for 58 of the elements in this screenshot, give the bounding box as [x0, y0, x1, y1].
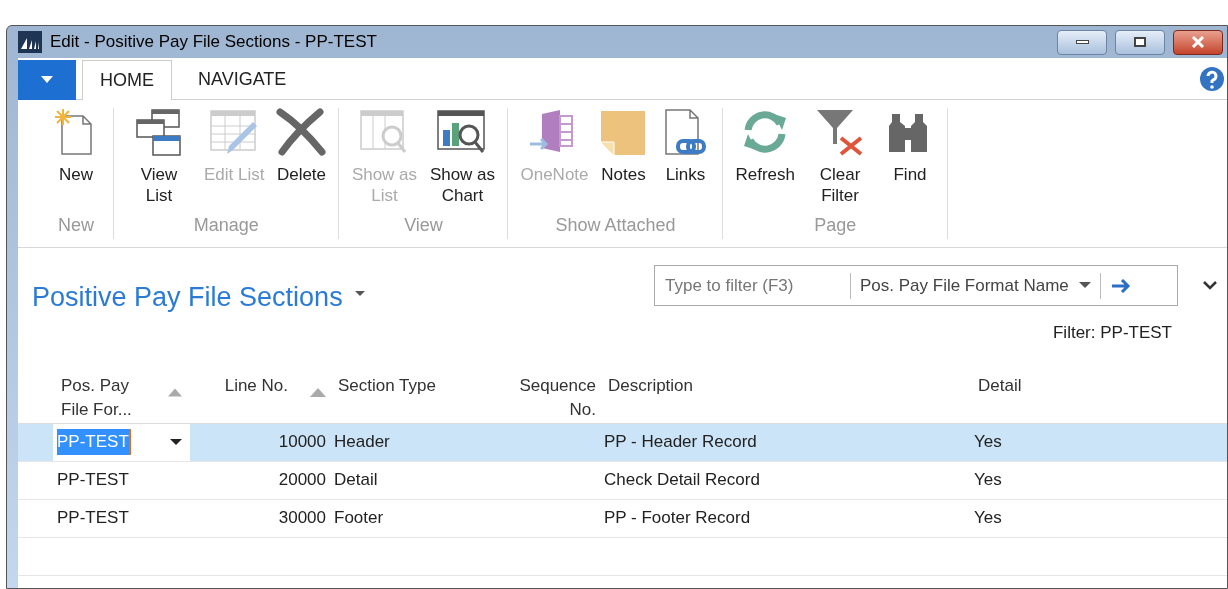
caret-icon [1078, 282, 1091, 289]
column-header[interactable]: Line No. [224, 373, 288, 398]
ribbon-button[interactable]: Find [881, 108, 939, 185]
ribbon-group-label: View [404, 214, 443, 237]
help-icon[interactable] [1199, 65, 1225, 92]
window-title: Edit - Positive Pay File Sections - PP-TEST [50, 31, 378, 54]
table-cell-text: Footer [334, 507, 384, 530]
table-cell-text: Yes [974, 507, 1002, 530]
table-cell-text: 20000 [278, 469, 326, 492]
ribbon-button[interactable]: Notes [594, 108, 653, 185]
filter-field-dropdown[interactable]: Pos. Pay File Format Name [851, 266, 1100, 305]
app-logo-icon [18, 31, 42, 53]
ribbon-button[interactable]: New [47, 108, 105, 185]
ribbon-button[interactable]: Clear Filter [803, 108, 877, 206]
table-cell-text: Header [334, 431, 390, 454]
filter-bar[interactable]: Type to filter (F3) Pos. Pay File Format Name [654, 265, 1178, 306]
caret-icon[interactable] [354, 291, 365, 297]
minimize-button[interactable] [1057, 29, 1107, 55]
ribbon-group-label: Show Attached [555, 214, 676, 237]
caret-icon [41, 76, 53, 84]
table-cell-text: Detail [334, 469, 378, 492]
table-cell-text: PP - Footer Record [604, 507, 751, 530]
ribbon-button[interactable]: Show as Chart [425, 108, 500, 206]
column-header[interactable]: Pos. Pay File For... [61, 373, 146, 422]
delete-icon [276, 108, 327, 156]
close-button[interactable] [1173, 29, 1223, 55]
arrow-icon[interactable] [1110, 278, 1131, 293]
chevron-icon[interactable] [1203, 281, 1217, 290]
ribbon-tab[interactable]: HOME [82, 60, 172, 100]
column-header[interactable]: Description [608, 373, 694, 398]
ribbon-button[interactable]: Links [656, 108, 715, 185]
ribbon-group-label: New [58, 214, 94, 237]
ribbon-tab[interactable]: NAVIGATE [172, 59, 313, 99]
table-row[interactable]: PP-TEST 10000 Header PP - Header Record Yes [18, 423, 1227, 462]
table-cell-text: PP-TEST [57, 507, 129, 530]
table-cell-text: PP-TEST [57, 469, 129, 492]
column-header[interactable]: Section Type [338, 373, 436, 398]
column-header[interactable]: Sequence No. [506, 373, 596, 422]
table-cell-text: PP - Header Record [604, 431, 757, 454]
ribbon-group-label: Page [814, 214, 857, 237]
table-cell-text: 10000 [278, 431, 326, 454]
page-title[interactable]: Positive Pay File Sections [32, 277, 343, 318]
grid-edit-icon [209, 108, 260, 156]
filter-text: Filter: PP-TEST [1053, 322, 1172, 344]
close-icon [1191, 36, 1205, 48]
dropdown-arrow-icon[interactable] [170, 438, 182, 446]
table-cell-text: 30000 [278, 507, 326, 530]
clear-filter-icon [815, 108, 865, 156]
ribbon-group-label: Manage [193, 214, 259, 237]
windows-icon [136, 108, 182, 156]
ribbon-button[interactable]: Refresh [731, 108, 799, 185]
maximize-button[interactable] [1115, 29, 1165, 55]
table-cell-text: Yes [974, 431, 1002, 454]
ribbon-button[interactable]: View List [122, 108, 196, 206]
ribbon-button[interactable]: Delete [272, 108, 331, 185]
column-header[interactable]: Detail [978, 373, 1022, 398]
table-cell-text: Check Detail Record [604, 469, 760, 492]
table-cell-text: Yes [974, 469, 1002, 492]
